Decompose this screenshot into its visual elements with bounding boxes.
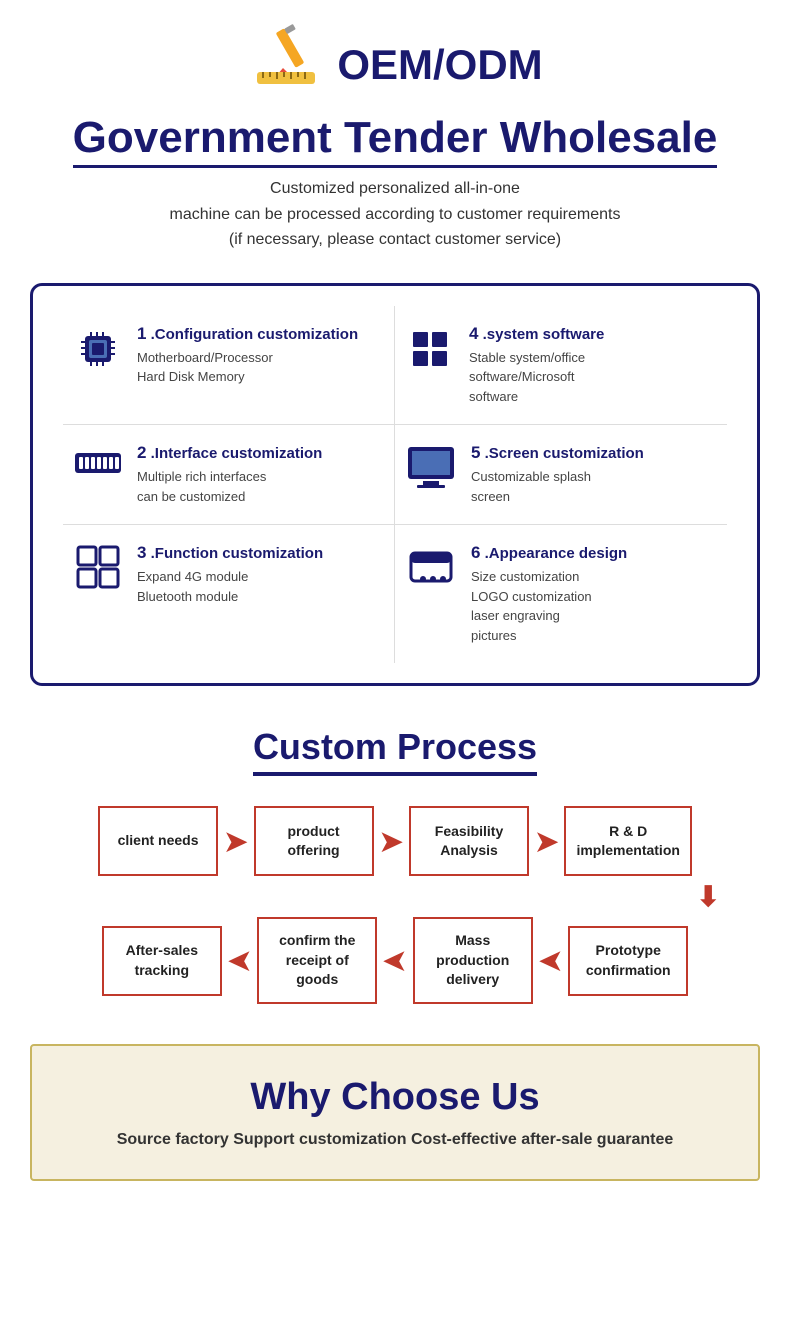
custom-text-6: 6 .Appearance design Size customizationL… [471, 543, 627, 645]
monitor-icon [405, 443, 457, 503]
process-box-confirm: confirm thereceipt ofgoods [257, 917, 377, 1004]
process-title: Custom Process [253, 726, 537, 776]
custom-text-4: 4 .system software Stable system/offices… [469, 324, 604, 407]
custom-item-1: 1 .Configuration customization Motherboa… [63, 306, 395, 426]
custom-text-5: 5 .Screen customization Customizable spl… [471, 443, 644, 506]
customization-box: 1 .Configuration customization Motherboa… [30, 283, 760, 687]
header-section: OEM/ODM Government Tender Wholesale Cust… [0, 0, 790, 263]
custom-item-6: 6 .Appearance design Size customizationL… [395, 525, 727, 663]
process-section: Custom Process client needs ➤ productoff… [0, 706, 790, 1024]
item-desc-1: Motherboard/ProcessorHard Disk Memory [137, 348, 358, 387]
custom-text-3: 3 .Function customization Expand 4G modu… [137, 543, 323, 606]
pencil-ruler-icon [247, 20, 327, 109]
process-box-aftersales: After-salestracking [102, 926, 222, 996]
item-title-3: 3 .Function customization [137, 543, 323, 563]
arrow-left-3: ➤ [539, 944, 562, 977]
custom-item-2: 2 .Interface customization Multiple rich… [63, 425, 395, 525]
item-desc-3: Expand 4G moduleBluetooth module [137, 567, 323, 606]
item-title-2: 2 .Interface customization [137, 443, 322, 463]
arrow-left-1: ➤ [228, 944, 251, 977]
arrow-right-3: ➤ [535, 825, 558, 858]
process-box-prototype: Prototypeconfirmation [568, 926, 688, 996]
gov-title: Government Tender Wholesale [73, 113, 718, 168]
arrow-right-2: ➤ [380, 825, 403, 858]
function-icon [73, 543, 123, 601]
header-subtitle: Customized personalized all-in-one machi… [30, 176, 760, 253]
item-desc-5: Customizable splashscreen [471, 467, 644, 506]
process-box-rd: R & Dimplementation [564, 806, 691, 876]
custom-item-5: 5 .Screen customization Customizable spl… [395, 425, 727, 525]
chip-icon [73, 324, 123, 384]
why-section: Why Choose Us Source factory Support cus… [30, 1044, 760, 1181]
item-desc-4: Stable system/officesoftware/Microsoftso… [469, 348, 604, 407]
oem-title: OEM/ODM [337, 41, 542, 89]
custom-item-4: 4 .system software Stable system/offices… [395, 306, 727, 426]
process-box-mass-production: Massproductiondelivery [413, 917, 533, 1004]
arrow-right-1: ➤ [224, 825, 247, 858]
process-box-product-offering: productoffering [254, 806, 374, 876]
process-box-feasibility: FeasibilityAnalysis [409, 806, 529, 876]
item-desc-2: Multiple rich interfacescan be customize… [137, 467, 322, 506]
custom-text-2: 2 .Interface customization Multiple rich… [137, 443, 322, 506]
why-subtitle: Source factory Support customization Cos… [52, 1131, 738, 1149]
why-title: Why Choose Us [52, 1076, 738, 1119]
process-row-2: After-salestracking ➤ confirm thereceipt… [30, 917, 760, 1004]
customization-grid: 1 .Configuration customization Motherboa… [63, 306, 727, 664]
item-title-5: 5 .Screen customization [471, 443, 644, 463]
interface-icon [73, 443, 123, 493]
device-icon [405, 543, 457, 605]
arrow-down: ⬇ [30, 880, 760, 913]
process-box-client-needs: client needs [98, 806, 218, 876]
item-title-4: 4 .system software [469, 324, 604, 344]
process-row-1: client needs ➤ productoffering ➤ Feasibi… [30, 806, 760, 876]
custom-text-1: 1 .Configuration customization Motherboa… [137, 324, 358, 387]
windows-icon [405, 324, 455, 384]
header-top: OEM/ODM [30, 20, 760, 109]
custom-item-3: 3 .Function customization Expand 4G modu… [63, 525, 395, 663]
item-desc-6: Size customizationLOGO customizationlase… [471, 567, 627, 645]
arrow-left-2: ➤ [383, 944, 406, 977]
item-title-1: 1 .Configuration customization [137, 324, 358, 344]
item-title-6: 6 .Appearance design [471, 543, 627, 563]
